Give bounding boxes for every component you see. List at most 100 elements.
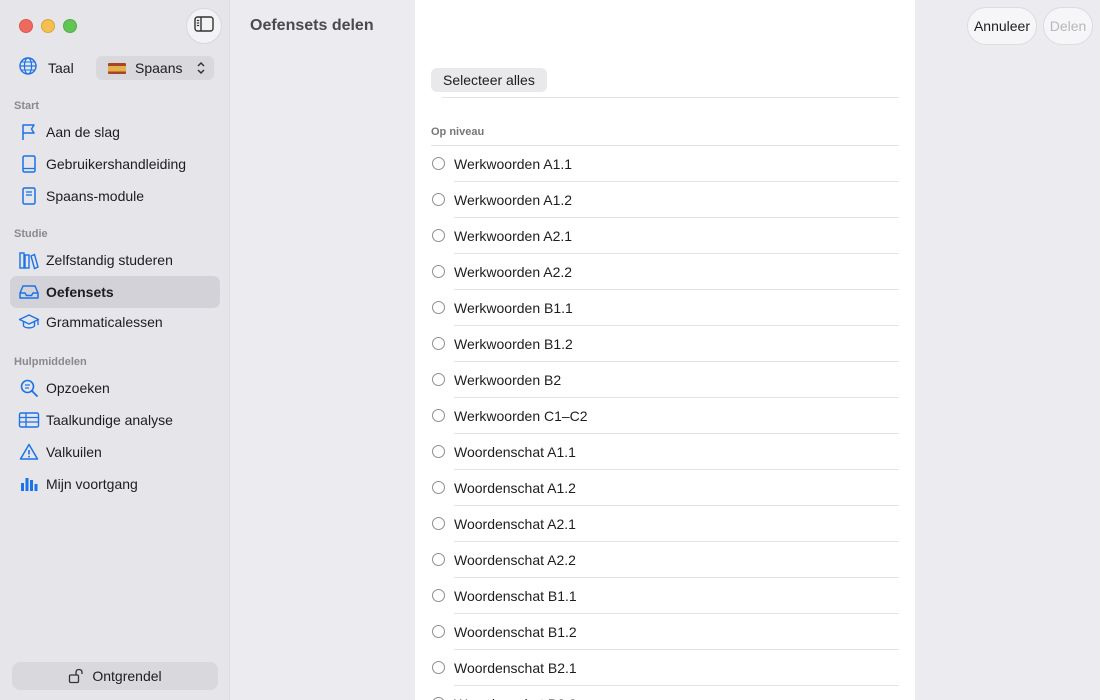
practice-set-label: Woordenschat A2.2	[454, 552, 576, 568]
list-item[interactable]: Werkwoorden A1.1	[415, 146, 915, 182]
section-label-start: Start	[14, 100, 40, 112]
language-row: Taal Spaans	[18, 56, 214, 80]
sidebar-item-taalkundige-analyse[interactable]: Taalkundige analyse	[10, 404, 220, 436]
zoom-window-button[interactable]	[63, 19, 77, 33]
sidebar-item-label: Mijn voortgang	[46, 476, 138, 492]
globe-icon	[18, 56, 38, 81]
practice-sets-panel: Selecteer alles Op niveau Werkwoorden A1…	[415, 0, 915, 700]
radio-button[interactable]	[432, 517, 445, 530]
sidebar-item-label: Oefensets	[46, 284, 114, 300]
sidebar-item-valkuilen[interactable]: Valkuilen	[10, 436, 220, 468]
sidebar-item-oefensets[interactable]: Oefensets	[10, 276, 220, 308]
list-item[interactable]: Werkwoorden B2	[415, 362, 915, 398]
practice-set-label: Werkwoorden C1–C2	[454, 408, 588, 424]
list-item[interactable]: Werkwoorden B1.1	[415, 290, 915, 326]
unlock-label: Ontgrendel	[92, 668, 162, 684]
minimize-window-button[interactable]	[41, 19, 55, 33]
sidebar-item-label: Spaans-module	[46, 188, 145, 204]
list-item[interactable]: Woordenschat A2.1	[415, 506, 915, 542]
practice-set-label: Woordenschat A2.1	[454, 516, 576, 532]
practice-set-label: Woordenschat B1.2	[454, 624, 577, 640]
radio-button[interactable]	[432, 409, 445, 422]
list-item[interactable]: Woordenschat A1.1	[415, 434, 915, 470]
practice-set-label: Werkwoorden A2.1	[454, 228, 573, 244]
language-value: Spaans	[135, 60, 183, 76]
module-book-icon	[18, 185, 40, 207]
sidebar-item-spaans-module[interactable]: Spaans-module	[10, 180, 220, 212]
practice-set-label: Woordenschat B2.2	[454, 696, 577, 700]
divider	[442, 97, 899, 98]
cancel-button[interactable]: Annuleer	[967, 7, 1037, 45]
table-icon	[18, 409, 40, 431]
practice-set-label: Woordenschat B2.1	[454, 660, 577, 676]
list-item[interactable]: Woordenschat A2.2	[415, 542, 915, 578]
radio-button[interactable]	[432, 445, 445, 458]
flag-icon	[18, 121, 40, 143]
practice-set-label: Werkwoorden A1.1	[454, 156, 573, 172]
sidebar-item-gebruikershandleiding[interactable]: Gebruikershandleiding	[10, 148, 220, 180]
practice-set-label: Woordenschat A1.2	[454, 480, 576, 496]
unlock-button[interactable]: Ontgrendel	[12, 662, 218, 690]
radio-button[interactable]	[432, 193, 445, 206]
warning-icon	[18, 441, 40, 463]
radio-button[interactable]	[432, 373, 445, 386]
list-item[interactable]: Werkwoorden B1.2	[415, 326, 915, 362]
close-window-button[interactable]	[19, 19, 33, 33]
sidebar-toggle-icon	[194, 15, 214, 37]
select-all-button[interactable]: Selecteer alles	[431, 68, 547, 92]
language-select[interactable]: Spaans	[96, 56, 214, 80]
page-title: Oefensets delen	[250, 17, 374, 34]
group-label: Op niveau	[431, 126, 485, 138]
window-controls	[19, 19, 77, 33]
list-item[interactable]: Werkwoorden A2.2	[415, 254, 915, 290]
radio-button[interactable]	[432, 589, 445, 602]
practice-set-label: Werkwoorden B2	[454, 372, 562, 388]
graduation-cap-icon	[18, 311, 40, 333]
sidebar-item-label: Valkuilen	[46, 444, 102, 460]
practice-set-label: Werkwoorden B1.1	[454, 300, 573, 316]
sidebar-item-opzoeken[interactable]: Opzoeken	[10, 372, 220, 404]
sidebar-item-zelfstandig-studeren[interactable]: Zelfstandig studeren	[10, 244, 220, 276]
sidebar-item-label: Zelfstandig studeren	[46, 252, 173, 268]
radio-button[interactable]	[432, 553, 445, 566]
list-item[interactable]: Werkwoorden C1–C2	[415, 398, 915, 434]
practice-set-list: Werkwoorden A1.1 Werkwoorden A1.2 Werkwoor…	[415, 146, 915, 700]
list-item[interactable]: Werkwoorden A2.1	[415, 218, 915, 254]
language-label: Taal	[48, 60, 74, 76]
practice-set-label: Werkwoorden B1.2	[454, 336, 573, 352]
spain-flag-icon	[108, 62, 126, 74]
radio-button[interactable]	[432, 661, 445, 674]
list-item[interactable]: Werkwoorden A1.2	[415, 182, 915, 218]
sidebar-item-label: Grammaticalessen	[46, 314, 163, 330]
radio-button[interactable]	[432, 625, 445, 638]
list-item[interactable]: Woordenschat B1.1	[415, 578, 915, 614]
sidebar-item-label: Gebruikershandleiding	[46, 156, 187, 172]
radio-button[interactable]	[432, 481, 445, 494]
sidebar-item-label: Taalkundige analyse	[46, 412, 173, 428]
list-item[interactable]: Woordenschat B1.2	[415, 614, 915, 650]
magnifier-icon	[18, 377, 40, 399]
list-item[interactable]: Woordenschat A1.2	[415, 470, 915, 506]
section-label-hulpmiddelen: Hulpmiddelen	[14, 356, 87, 368]
sidebar-item-aan-de-slag[interactable]: Aan de slag	[10, 116, 220, 148]
radio-button[interactable]	[432, 265, 445, 278]
radio-button[interactable]	[432, 157, 445, 170]
practice-set-label: Werkwoorden A2.2	[454, 264, 573, 280]
share-button[interactable]: Delen	[1043, 7, 1093, 45]
sidebar-item-label: Opzoeken	[46, 380, 110, 396]
practice-set-label: Woordenschat B1.1	[454, 588, 577, 604]
library-icon	[18, 249, 40, 271]
radio-button[interactable]	[432, 229, 445, 242]
radio-button[interactable]	[432, 337, 445, 350]
unlock-icon	[68, 668, 84, 684]
radio-button[interactable]	[432, 301, 445, 314]
practice-set-label: Woordenschat A1.1	[454, 444, 576, 460]
sidebar-item-mijn-voortgang[interactable]: Mijn voortgang	[10, 468, 220, 500]
sidebar-toggle-button[interactable]	[186, 8, 222, 44]
bar-chart-icon	[18, 473, 40, 495]
list-item[interactable]: Woordenschat B2.1	[415, 650, 915, 686]
list-item[interactable]: Woordenschat B2.2	[415, 686, 915, 700]
practice-set-label: Werkwoorden A1.2	[454, 192, 573, 208]
section-label-studie: Studie	[14, 228, 48, 240]
sidebar-item-grammaticalessen[interactable]: Grammaticalessen	[10, 306, 220, 338]
